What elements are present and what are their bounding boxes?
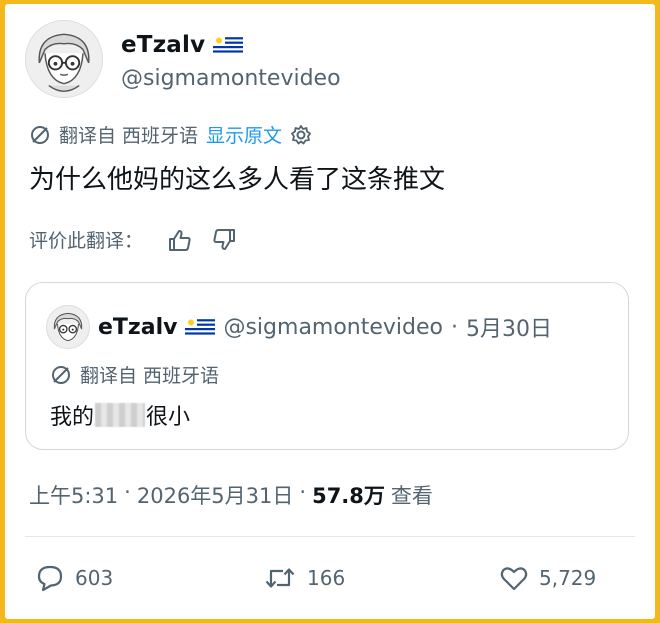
rate-label: 评价此翻译： [29,230,144,252]
quoted-display-name[interactable]: eTzalv [98,315,177,340]
separator-dot: · [299,480,307,504]
translated-from-label: 翻译自 西班牙语 [80,365,220,387]
uruguay-flag-icon [213,35,244,55]
tweet-header: eTzalv @sigmamontevideo [25,20,625,100]
quoted-text-after: 很小 [146,405,191,430]
uruguay-flag-icon [185,317,216,337]
translated-from-label: 翻译自 西班牙语 [59,125,199,147]
views-label: 查看 [390,484,433,508]
reply-icon [35,564,65,592]
retweet-button[interactable]: 166 [263,564,345,592]
separator-dot: · [451,314,459,340]
quoted-tweet-header: eTzalv @sigmamontevideo · 5月30日 [46,305,552,349]
tweet-meta: 上午5:31 · 2026年5月31日 · 57.8万 查看 [29,480,433,510]
quoted-translation-bar: 翻译自 西班牙语 [50,361,219,388]
avatar[interactable] [46,305,90,349]
action-bar: 603 166 5,729 [35,564,615,596]
tweet-text: 为什么他妈的这么多人看了这条推文 [29,165,446,195]
like-count: 5,729 [539,566,597,590]
like-button[interactable]: 5,729 [499,564,596,592]
quoted-date[interactable]: 5月30日 [466,311,552,343]
quoted-handle[interactable]: @sigmamontevideo [223,315,443,340]
tweet-card: eTzalv @sigmamontevideo 翻译自 西班牙语 显示原文 为什… [5,4,655,619]
translate-icon [29,124,51,146]
thumbs-up-icon[interactable] [167,228,193,252]
censored-region [95,403,146,427]
separator-dot: · [124,480,131,504]
retweet-icon [263,564,297,592]
display-name[interactable]: eTzalv [121,32,205,58]
name-row: eTzalv [121,30,244,60]
tweet-time[interactable]: 上午5:31 [29,480,118,510]
thumbs-down-icon[interactable] [211,228,237,252]
retweet-count: 166 [307,566,346,590]
handle[interactable]: @sigmamontevideo [121,66,341,91]
quoted-text-before: 我的 [50,405,95,430]
rate-translation: 评价此翻译： [29,226,237,253]
avatar[interactable] [25,20,103,98]
heart-icon [499,564,529,592]
divider [25,536,635,537]
quoted-tweet[interactable]: eTzalv @sigmamontevideo · 5月30日 翻译自 西班牙语… [25,282,629,450]
quoted-tweet-text: 我的 很小 [50,399,190,431]
tweet-date[interactable]: 2026年5月31日 [137,480,294,510]
gear-icon[interactable] [290,124,312,146]
reply-count: 603 [75,566,114,590]
reply-button[interactable]: 603 [35,564,113,592]
show-original-link[interactable]: 显示原文 [206,121,282,148]
translate-icon [50,364,72,386]
views-count: 57.8万 [312,484,385,508]
translation-bar: 翻译自 西班牙语 显示原文 [29,121,312,148]
